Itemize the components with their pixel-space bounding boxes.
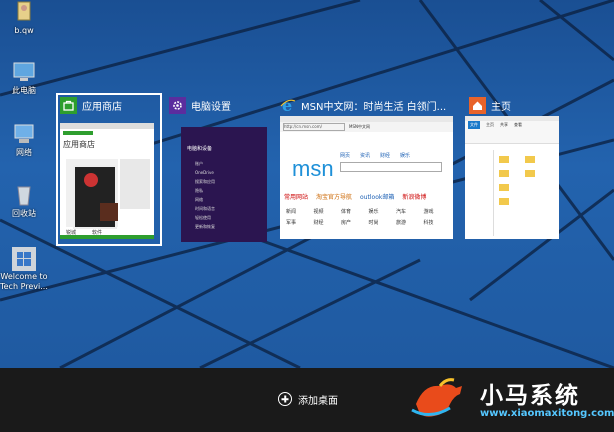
settings-preview-item: 轻松使用 [195,215,211,220]
store-preview-header: 应用商店 [63,140,95,149]
windows-logo-icon [11,246,37,271]
window-title-ie[interactable]: e MSN中文网：时尚生活 白领门... [279,94,451,116]
window-preview-store[interactable]: 应用商店 锐城 软件 [60,123,154,239]
msn-link: 淘宝官方导航 [316,194,353,201]
address-bar: http://cn.msn.com/ [283,123,345,131]
msn-link: outlook邮箱 [360,194,395,201]
window-title-text: 应用商店 [82,101,122,113]
user-folder-icon [11,0,37,24]
plus-icon [278,392,292,406]
computer-icon [11,60,37,84]
horse-logo-icon [411,378,462,417]
settings-preview-item: OneDrive [195,170,214,175]
desktop-icon-user[interactable]: b.qw [0,0,48,36]
msn-grid-item: 时尚 [368,220,379,226]
window-preview-ie[interactable]: http://cn.msn.com/ MSN中文网 msn 网页 资讯 财经 娱… [280,116,453,239]
desktop-icon-label: Welcome to Tech Previ... [0,272,48,291]
svg-text:e: e [282,97,292,113]
ribbon-tab: 文件 [468,121,480,129]
recycle-bin-icon [11,183,37,207]
desktop-icon-computer[interactable]: 此电脑 [0,60,48,96]
desktop-icon-welcome[interactable]: Welcome to Tech Previ... [0,246,48,292]
desktop-background: b.qw 此电脑 网络 回收站 Welcome to Tech Previ...… [0,0,614,368]
desktop-icon-label: b.qw [14,26,34,35]
msn-grid-item: 视频 [313,209,324,215]
home-folder-icon [469,96,486,114]
settings-preview-item: 搜索和应用 [195,179,215,184]
settings-preview-item: 账户 [195,161,203,166]
ribbon-tab: 共享 [500,122,508,127]
window-preview-settings[interactable]: 电脑和设备 账户 OneDrive 搜索和应用 隐私 网络 时间和语言 轻松使用… [181,127,267,242]
msn-grid-item: 军事 [286,220,297,226]
msn-nav-item: 资讯 [360,153,371,159]
desktop-icon-label: 回收站 [12,209,36,218]
settings-preview-item: 网络 [195,197,203,202]
desktop-icon-recycle-bin[interactable]: 回收站 [0,183,48,219]
brand-name: 小马系统 [480,383,580,409]
msn-nav-item: 财经 [380,153,391,159]
settings-preview-item: 更新和恢复 [195,224,215,229]
window-title-store[interactable]: 应用商店 [60,94,156,116]
msn-grid-item: 科技 [423,220,434,226]
store-icon [60,96,77,114]
brand-url: www.xiaomaxitong.com [480,408,614,419]
msn-grid-item: 财经 [313,220,324,226]
ie-icon: e [279,97,296,114]
msn-nav-item: 娱乐 [400,153,411,159]
ribbon-tab: 主页 [486,122,494,127]
settings-preview-item: 隐私 [195,188,203,193]
add-desktop-button[interactable]: 添加桌面 [278,390,338,408]
settings-preview-header: 电脑和设备 [187,146,213,152]
window-preview-explorer[interactable]: 文件 主页 共享 查看 [465,116,559,239]
settings-preview-item: 时间和语言 [195,206,215,211]
gear-icon [169,96,186,114]
msn-grid-item: 旅游 [396,220,407,226]
browser-tab: MSN中文网 [349,124,370,129]
desktop-icon-label: 此电脑 [12,86,36,95]
window-title-text: 电脑设置 [191,101,231,113]
msn-nav-item: 网页 [340,153,351,159]
msn-logo: msn [292,156,334,181]
window-title-settings[interactable]: 电脑设置 [169,94,269,116]
msn-grid-item: 娱乐 [368,209,379,215]
desktop-icon-network[interactable]: 网络 [0,122,48,158]
msn-grid-item: 体育 [341,209,352,215]
add-desktop-label: 添加桌面 [298,395,338,407]
msn-grid-item: 游戏 [423,209,434,215]
window-title-text: 主页 [491,101,511,113]
msn-grid-item: 新闻 [286,209,297,215]
ribbon-tab: 查看 [514,122,522,127]
msn-link: 新浪微博 [402,194,427,201]
brand-watermark: 小马系统 www.xiaomaxitong.com [410,372,614,424]
msn-grid-item: 房产 [341,220,352,226]
msn-link: 常用网站 [284,194,309,201]
msn-grid-item: 汽车 [396,209,407,215]
network-icon [11,122,37,146]
desktop-icon-label: 网络 [16,148,32,157]
window-title-explorer[interactable]: 主页 [469,94,559,116]
window-title-text: MSN中文网：时尚生活 白领门... [301,101,447,113]
